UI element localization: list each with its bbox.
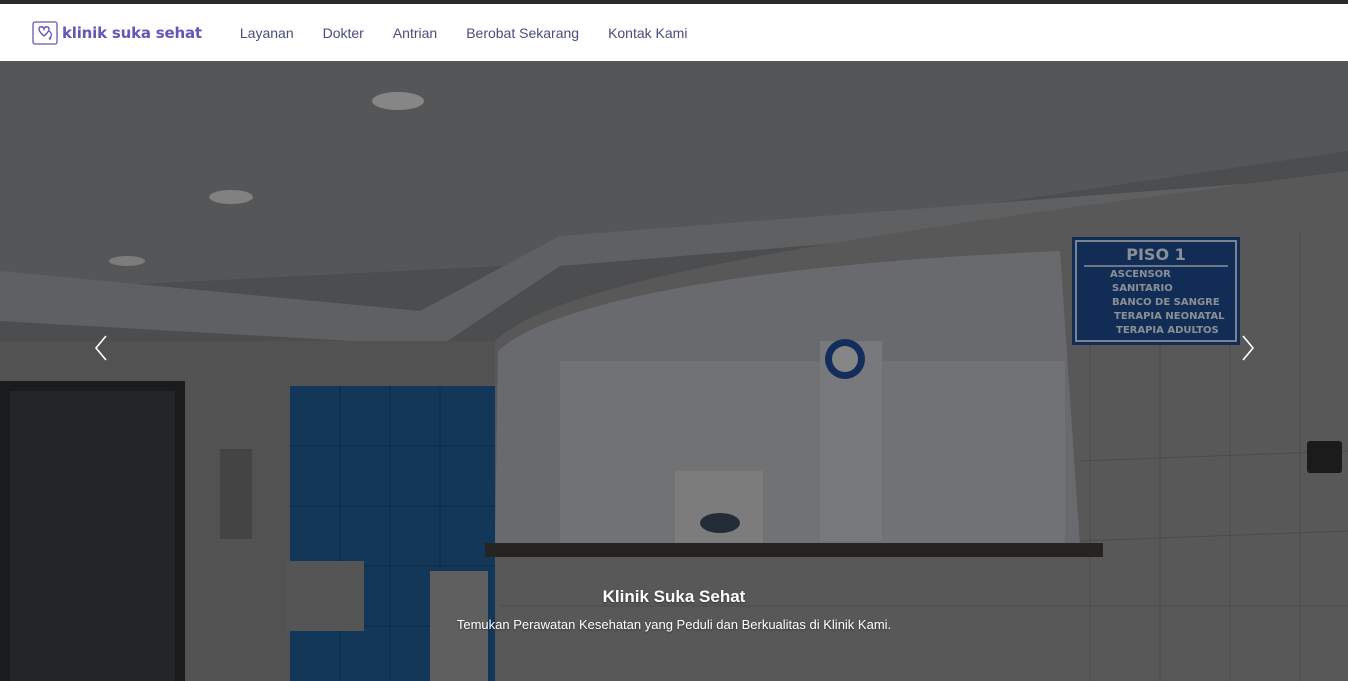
chevron-left-icon (94, 335, 107, 361)
nav-links: Layanan Dokter Antrian Berobat Sekarang … (240, 25, 717, 41)
chevron-right-icon (1242, 335, 1255, 361)
hero-carousel: PISO 1 ASCENSOR SANITARIO BANCO DE SANGR… (0, 61, 1348, 681)
nav-link-dokter[interactable]: Dokter (323, 25, 364, 41)
hero-caption-subtitle: Temukan Perawatan Kesehatan yang Peduli … (456, 617, 892, 632)
nav-link-kontak-kami[interactable]: Kontak Kami (608, 25, 687, 41)
nav-link-layanan[interactable]: Layanan (240, 25, 294, 41)
navbar: klinik suka sehat Layanan Dokter Antrian… (0, 4, 1348, 61)
hero-caption: Klinik Suka Sehat Temukan Perawatan Kese… (0, 587, 1348, 632)
carousel-prev-button[interactable] (86, 333, 116, 363)
brand-link[interactable]: klinik suka sehat (32, 20, 202, 45)
nav-link-antrian[interactable]: Antrian (393, 25, 437, 41)
carousel-next-button[interactable] (1233, 333, 1263, 363)
nav-link-berobat-sekarang[interactable]: Berobat Sekarang (466, 25, 579, 41)
brand-name: klinik suka sehat (62, 23, 202, 42)
hero-caption-title: Klinik Suka Sehat (602, 587, 746, 606)
heart-stethoscope-icon (32, 20, 58, 45)
